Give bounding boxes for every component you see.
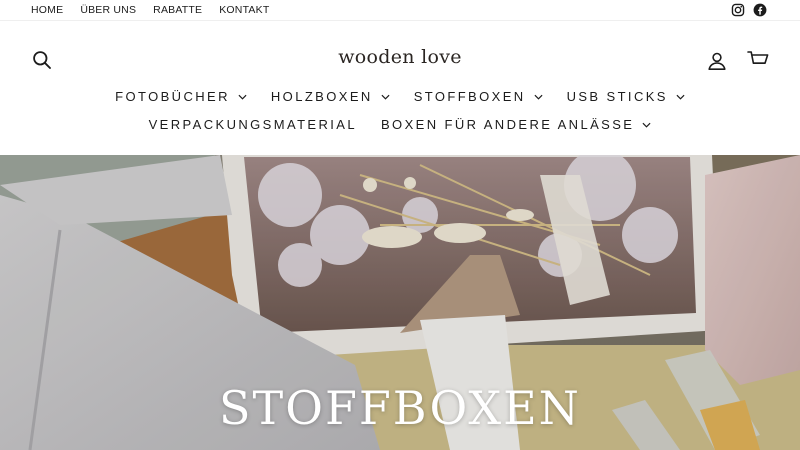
main-nav-row-1: FOTOBÜCHER HOLZBOXEN STOFFBOXEN USB STIC… <box>0 89 800 104</box>
hero-title: STOFFBOXEN <box>219 381 581 435</box>
chevron-down-icon <box>534 94 543 100</box>
main-nav-row-2: VERPACKUNGSMATERIAL BOXEN FÜR ANDERE ANL… <box>0 117 800 132</box>
chevron-down-icon <box>381 94 390 100</box>
top-link-contact[interactable]: KONTAKT <box>219 4 269 16</box>
social-links <box>731 3 767 17</box>
chevron-down-icon <box>676 94 685 100</box>
hero-banner[interactable]: STOFFBOXEN <box>0 155 800 450</box>
nav-item-label: STOFFBOXEN <box>413 89 526 104</box>
top-link-home[interactable]: HOME <box>31 4 63 16</box>
top-link-about[interactable]: ÜBER UNS <box>80 4 136 16</box>
site-logo[interactable]: wooden love <box>0 46 800 68</box>
facebook-icon[interactable] <box>753 3 767 17</box>
top-utility-bar: HOME ÜBER UNS RABATTE KONTAKT <box>0 0 800 21</box>
nav-item-label: BOXEN FÜR ANDERE ANLÄSSE <box>380 117 635 132</box>
nav-item-stoffboxen[interactable]: STOFFBOXEN <box>414 89 543 104</box>
nav-item-label: USB STICKS <box>566 89 668 104</box>
nav-item-boxen-andere-anlaesse[interactable]: BOXEN FÜR ANDERE ANLÄSSE <box>381 117 651 132</box>
nav-item-label: HOLZBOXEN <box>270 89 373 104</box>
nav-item-usb-sticks[interactable]: USB STICKS <box>567 89 685 104</box>
nav-item-holzboxen[interactable]: HOLZBOXEN <box>271 89 390 104</box>
nav-item-fotobuecher[interactable]: FOTOBÜCHER <box>115 89 247 104</box>
nav-item-verpackungsmaterial[interactable]: VERPACKUNGSMATERIAL <box>149 117 357 132</box>
site-header: wooden love FOTOBÜCHER HOLZBOXEN STOFFBO… <box>0 22 800 155</box>
nav-item-label: VERPACKUNGSMATERIAL <box>148 117 357 132</box>
top-link-discounts[interactable]: RABATTE <box>153 4 202 16</box>
instagram-icon[interactable] <box>731 3 745 17</box>
top-links: HOME ÜBER UNS RABATTE KONTAKT <box>31 4 286 16</box>
cart-icon[interactable] <box>747 50 769 70</box>
chevron-down-icon <box>238 94 247 100</box>
account-icon[interactable] <box>707 51 727 71</box>
chevron-down-icon <box>642 122 651 128</box>
nav-item-label: FOTOBÜCHER <box>115 89 230 104</box>
